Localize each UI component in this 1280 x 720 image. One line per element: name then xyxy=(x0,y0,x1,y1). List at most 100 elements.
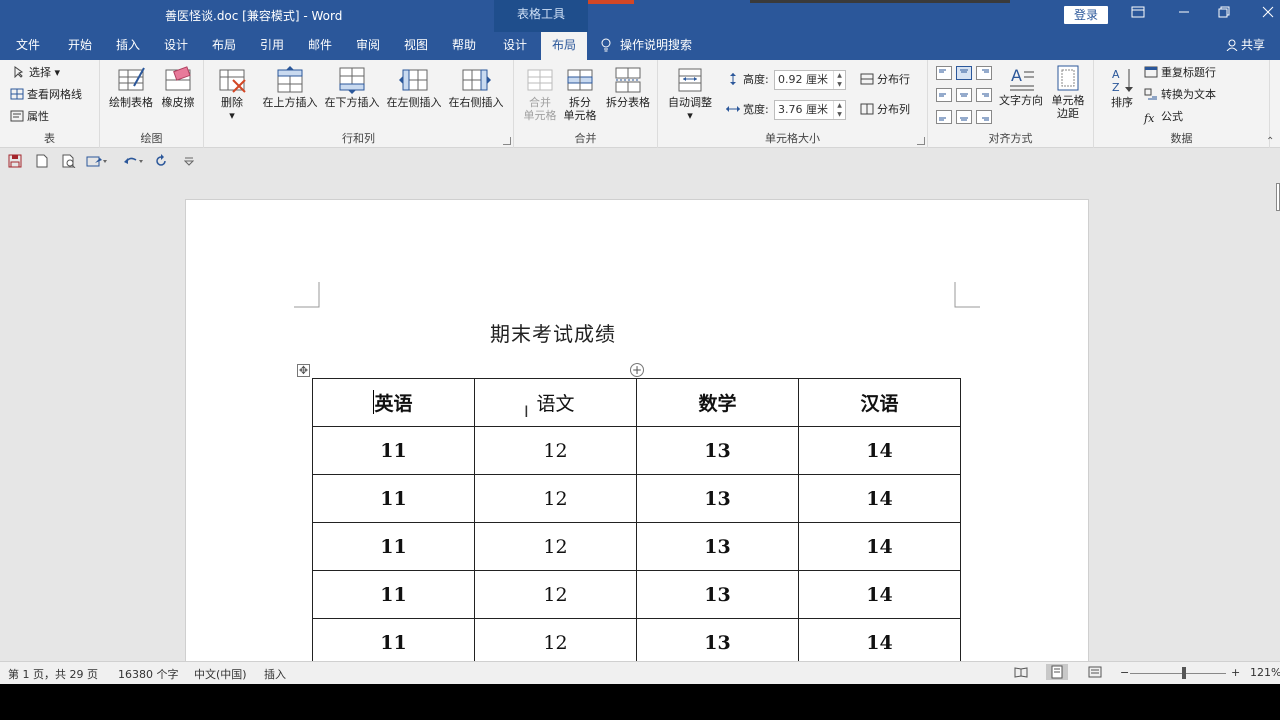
tab-insert[interactable]: 插入 xyxy=(108,32,148,60)
table-cell[interactable]: 12 xyxy=(474,618,637,667)
table-move-handle-icon[interactable]: ✥ xyxy=(297,364,310,377)
align-top-center-icon[interactable] xyxy=(956,66,972,80)
align-top-left-icon[interactable] xyxy=(936,66,952,80)
table-cell[interactable]: 13 xyxy=(636,522,799,571)
zoom-level[interactable]: 121% xyxy=(1250,666,1280,679)
login-button[interactable]: 登录 xyxy=(1064,6,1108,24)
merge-cells-button[interactable]: 合并 单元格 xyxy=(518,66,562,122)
view-gridlines-button[interactable]: 查看网格线 xyxy=(10,88,82,102)
collapse-ribbon-icon[interactable]: ⌃ xyxy=(1266,136,1274,147)
table-header-cell[interactable]: 语文 xyxy=(474,378,637,427)
document-heading[interactable]: 期末考试成绩 xyxy=(490,318,616,347)
scrollbar-thumb[interactable] xyxy=(1276,183,1280,211)
distribute-rows-button[interactable]: 分布行 xyxy=(860,73,910,87)
tab-references[interactable]: 引用 xyxy=(252,32,292,60)
zoom-slider-thumb[interactable] xyxy=(1182,667,1186,679)
insert-column-plus-icon[interactable]: + xyxy=(630,363,644,377)
table-cell[interactable]: 11 xyxy=(312,474,475,523)
text-direction-button[interactable]: A 文字方向 xyxy=(996,64,1046,107)
row-height-input[interactable]: 0.92 厘米 ▲ ▼ xyxy=(774,70,846,90)
table-cell[interactable]: 14 xyxy=(798,618,961,667)
undo-icon[interactable] xyxy=(122,154,144,172)
tab-file[interactable]: 文件 xyxy=(8,32,48,60)
eraser-button[interactable]: 橡皮擦 xyxy=(156,66,200,109)
align-bottom-right-icon[interactable] xyxy=(976,110,992,124)
print-layout-icon[interactable] xyxy=(1046,664,1068,683)
col-width-spinner-icon[interactable]: ▲ ▼ xyxy=(833,101,845,119)
table-cell[interactable]: 13 xyxy=(636,426,799,475)
formula-button[interactable]: fx 公式 xyxy=(1144,110,1183,125)
zoom-out-button[interactable]: − xyxy=(1120,666,1129,679)
read-mode-icon[interactable] xyxy=(1014,666,1028,681)
table-cell[interactable]: 11 xyxy=(312,522,475,571)
properties-button[interactable]: 属性 xyxy=(10,110,49,124)
tab-review[interactable]: 审阅 xyxy=(348,32,388,60)
delete-button[interactable]: 删除 ▾ xyxy=(212,66,252,122)
sort-button[interactable]: AZ 排序 xyxy=(1102,66,1142,109)
align-middle-left-icon[interactable] xyxy=(936,88,952,102)
row-height-spinner-icon[interactable]: ▲ ▼ xyxy=(833,71,845,89)
score-table[interactable]: 英语 语文 数学 汉语 11 12 13 14 11 12 13 14 11 1… xyxy=(312,378,961,667)
touch-mode-icon[interactable] xyxy=(86,154,108,172)
split-table-button[interactable]: 拆分表格 xyxy=(600,66,656,109)
distribute-cols-button[interactable]: 分布列 xyxy=(860,103,910,117)
table-cell[interactable]: 12 xyxy=(474,522,637,571)
rows-columns-launcher-icon[interactable] xyxy=(503,137,511,145)
tab-help[interactable]: 帮助 xyxy=(444,32,484,60)
align-top-right-icon[interactable] xyxy=(976,66,992,80)
cell-size-launcher-icon[interactable] xyxy=(917,137,925,145)
align-bottom-center-icon[interactable] xyxy=(956,110,972,124)
zoom-in-button[interactable]: + xyxy=(1231,666,1240,679)
tab-table-layout[interactable]: 布局 xyxy=(541,32,587,60)
tab-view[interactable]: 视图 xyxy=(396,32,436,60)
insert-below-button[interactable]: 在下方插入 xyxy=(322,66,382,109)
align-middle-center-icon[interactable] xyxy=(956,88,972,102)
table-cell[interactable]: 11 xyxy=(312,618,475,667)
table-cell[interactable]: 12 xyxy=(474,570,637,619)
new-document-icon[interactable] xyxy=(36,154,48,172)
table-cell[interactable]: 13 xyxy=(636,474,799,523)
minimize-icon[interactable] xyxy=(1174,6,1194,24)
align-middle-right-icon[interactable] xyxy=(976,88,992,102)
table-header-cell[interactable]: 英语 xyxy=(312,378,475,427)
table-cell[interactable]: 13 xyxy=(636,618,799,667)
tell-me-search[interactable]: 操作说明搜索 xyxy=(600,32,692,60)
tab-design[interactable]: 设计 xyxy=(156,32,196,60)
cell-margins-button[interactable]: 单元格 边距 xyxy=(1046,64,1090,120)
table-cell[interactable]: 12 xyxy=(474,426,637,475)
insert-mode-indicator[interactable]: 插入 xyxy=(264,666,286,682)
table-cell[interactable]: 12 xyxy=(474,474,637,523)
tab-table-design[interactable]: 设计 xyxy=(494,32,536,60)
table-cell[interactable]: 14 xyxy=(798,570,961,619)
share-button[interactable]: 共享 xyxy=(1226,32,1265,60)
table-cell[interactable]: 11 xyxy=(312,426,475,475)
table-header-cell[interactable]: 汉语 xyxy=(798,378,961,427)
web-layout-icon[interactable] xyxy=(1088,666,1102,681)
table-header-cell[interactable]: 数学 xyxy=(636,378,799,427)
tab-layout[interactable]: 布局 xyxy=(204,32,244,60)
page-count[interactable]: 第 1 页，共 29 页 xyxy=(8,666,98,682)
tab-mailings[interactable]: 邮件 xyxy=(300,32,340,60)
tab-home[interactable]: 开始 xyxy=(60,32,100,60)
draw-table-button[interactable]: 绘制表格 xyxy=(106,66,156,109)
align-bottom-left-icon[interactable] xyxy=(936,110,952,124)
insert-right-button[interactable]: 在右侧插入 xyxy=(446,66,506,109)
insert-above-button[interactable]: 在上方插入 xyxy=(260,66,320,109)
split-cells-button[interactable]: 拆分 单元格 xyxy=(560,66,600,122)
close-icon[interactable] xyxy=(1258,6,1278,24)
table-cell[interactable]: 14 xyxy=(798,474,961,523)
language-indicator[interactable]: 中文(中国) xyxy=(194,666,247,682)
restore-icon[interactable] xyxy=(1214,6,1234,24)
zoom-slider-track[interactable] xyxy=(1130,673,1226,674)
word-count[interactable]: 16380 个字 xyxy=(118,666,179,682)
save-icon[interactable] xyxy=(8,154,22,172)
print-preview-icon[interactable] xyxy=(62,154,76,172)
table-cell[interactable]: 11 xyxy=(312,570,475,619)
vertical-scrollbar[interactable] xyxy=(1270,149,1280,661)
repeat-header-button[interactable]: 重复标题行 xyxy=(1144,66,1216,80)
select-button[interactable]: 选择 ▾ xyxy=(12,66,60,80)
col-width-input[interactable]: 3.76 厘米 ▲ ▼ xyxy=(774,100,846,120)
ribbon-display-icon[interactable] xyxy=(1128,6,1148,24)
table-cell[interactable]: 14 xyxy=(798,522,961,571)
table-cell[interactable]: 13 xyxy=(636,570,799,619)
